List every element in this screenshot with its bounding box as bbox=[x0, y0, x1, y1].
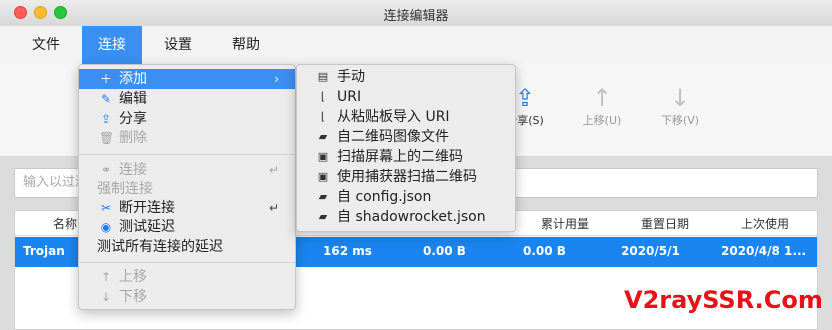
column-header-last-used[interactable]: 上次使用 bbox=[741, 215, 789, 232]
menu-item-share[interactable]: ⇪ 分享 bbox=[79, 109, 295, 129]
cell-name: Trojan bbox=[23, 244, 65, 258]
menu-settings[interactable]: 设置 bbox=[148, 26, 208, 64]
speedometer-icon: ◉ bbox=[100, 220, 112, 234]
cell-usage-2: 0.00 B bbox=[523, 244, 566, 258]
uri-icon: ⌊ bbox=[320, 90, 326, 103]
menu-item-move-up: ↑ 上移 bbox=[100, 269, 147, 285]
menu-separator bbox=[79, 154, 295, 155]
column-header-usage[interactable]: 累计用量 bbox=[541, 215, 589, 232]
submenu-item-uri[interactable]: ⌊ URI bbox=[297, 87, 515, 107]
plus-icon: ＋ bbox=[99, 72, 112, 86]
cell-latency: 162 ms bbox=[323, 244, 372, 258]
move-down-toolbar-button[interactable]: ↓ 下移(V) bbox=[645, 84, 715, 128]
cell-usage-1: 0.00 B bbox=[423, 244, 466, 258]
arrow-down-icon: ↓ bbox=[669, 84, 691, 112]
menu-item-move-down: ↓ 下移 bbox=[100, 289, 147, 305]
menu-item-delete: 🗑 删除 bbox=[99, 130, 147, 146]
submenu-item-manual[interactable]: ▤ 手动 bbox=[297, 67, 515, 87]
menu-item-test-all[interactable]: 测试所有连接的延迟 bbox=[79, 237, 295, 257]
folder-icon: ▰ bbox=[318, 210, 328, 223]
title-bar: 连接编辑器 bbox=[0, 0, 832, 27]
menu-file[interactable]: 文件 bbox=[16, 26, 76, 64]
move-up-toolbar-label: 上移(U) bbox=[582, 114, 622, 127]
menu-help[interactable]: 帮助 bbox=[216, 26, 276, 64]
cell-last-used: 2020/4/8 1... bbox=[721, 244, 807, 258]
qrcode-icon: ▣ bbox=[317, 150, 329, 163]
column-header-reset-date[interactable]: 重置日期 bbox=[641, 215, 689, 232]
submenu-item-scan-screen[interactable]: ▣ 扫描屏幕上的二维码 bbox=[297, 147, 515, 167]
move-up-toolbar-button[interactable]: ↑ 上移(U) bbox=[567, 84, 637, 128]
menu-separator bbox=[79, 262, 295, 263]
connection-menu: ＋ 添加 › ✎ 编辑 ⇪ 分享 🗑 删除 ⚭ 连接 ↵ 强制连接 ✂ 断开连接… bbox=[78, 64, 296, 310]
menu-bar: 文件 连接 设置 帮助 bbox=[0, 26, 832, 64]
menu-item-test-latency[interactable]: ◉ 测试延迟 bbox=[79, 217, 295, 237]
unlink-icon: ✂ bbox=[100, 201, 112, 215]
submenu-item-config-json[interactable]: ▰ 自 config.json bbox=[297, 187, 515, 207]
column-header-name[interactable]: 名称 bbox=[53, 215, 77, 232]
window-title: 连接编辑器 bbox=[383, 9, 449, 24]
submenu-item-shadowrocket-json[interactable]: ▰ 自 shadowrocket.json bbox=[297, 207, 515, 227]
menu-item-edit[interactable]: ✎ 编辑 bbox=[79, 89, 295, 109]
menu-item-add[interactable]: ＋ 添加 › bbox=[79, 69, 295, 89]
watermark: V2raySSR.Com bbox=[624, 286, 823, 314]
arrow-down-icon: ↓ bbox=[100, 290, 112, 304]
menu-item-force-connect: 强制连接 bbox=[97, 181, 153, 197]
link-icon: ⚭ bbox=[100, 163, 112, 177]
folder-icon: ▰ bbox=[318, 190, 328, 203]
submenu-item-clipboard[interactable]: ⌊ 从粘贴板导入 URI bbox=[297, 107, 515, 127]
menu-item-disconnect[interactable]: ✂ 断开连接 ↵ bbox=[79, 198, 295, 218]
clipboard-icon: ⌊ bbox=[320, 110, 326, 123]
share-icon: ⇪ bbox=[100, 112, 112, 126]
trash-icon: 🗑 bbox=[99, 131, 115, 145]
arrow-up-icon: ↑ bbox=[591, 84, 613, 112]
submenu-item-scan-capture[interactable]: ▣ 使用捕获器扫描二维码 bbox=[297, 167, 515, 187]
edit-icon: ✎ bbox=[100, 92, 112, 106]
submenu-item-qr-file[interactable]: ▰ 自二维码图像文件 bbox=[297, 127, 515, 147]
cell-reset-date: 2020/5/1 bbox=[621, 244, 680, 258]
menu-item-connect: ⚭ 连接 ↵ bbox=[100, 162, 279, 178]
folder-icon: ▰ bbox=[318, 130, 328, 143]
submenu-arrow-icon: › bbox=[274, 72, 279, 86]
arrow-up-icon: ↑ bbox=[100, 270, 112, 284]
add-submenu: ▤ 手动 ⌊ URI ⌊ 从粘贴板导入 URI ▰ 自二维码图像文件 ▣ 扫描屏… bbox=[296, 64, 516, 232]
qrcode-icon: ▣ bbox=[317, 170, 329, 183]
manual-icon: ▤ bbox=[317, 70, 329, 83]
connect-shortcut: ↵ bbox=[268, 163, 279, 177]
menu-connection[interactable]: 连接 bbox=[82, 26, 142, 64]
move-down-toolbar-label: 下移(V) bbox=[660, 114, 700, 127]
disconnect-shortcut: ↵ bbox=[268, 201, 279, 215]
